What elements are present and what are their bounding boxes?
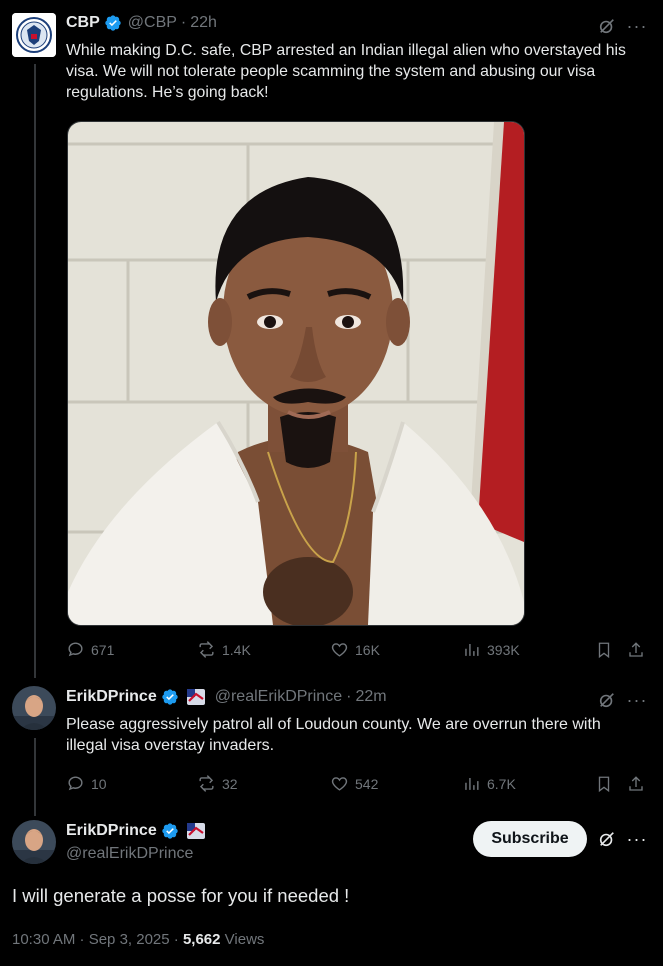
views-icon xyxy=(465,643,479,656)
separator: · xyxy=(346,688,352,705)
reply-count: 671 xyxy=(91,641,115,658)
bookmark-button[interactable] xyxy=(594,774,614,794)
like-count: 16K xyxy=(355,641,380,658)
reply-count: 10 xyxy=(91,775,107,792)
main-tweet-text: I will generate a posse for you if neede… xyxy=(12,885,350,906)
repost-count: 1.4K xyxy=(222,641,251,658)
grok-icon xyxy=(599,19,614,34)
reply-icon xyxy=(68,776,83,791)
avatar-erikdprince[interactable] xyxy=(12,686,56,730)
timestamp[interactable]: 22m xyxy=(355,688,386,706)
subscribe-button[interactable]: Subscribe xyxy=(473,821,587,857)
more-button[interactable]: ··· xyxy=(627,690,647,710)
thread-line-2 xyxy=(34,738,36,816)
grok-button[interactable] xyxy=(597,690,617,710)
share-icon xyxy=(629,642,643,657)
timestamp[interactable]: 22h xyxy=(190,14,217,32)
bookmark-icon xyxy=(598,776,610,793)
share-button[interactable] xyxy=(626,640,646,660)
thread-line-1 xyxy=(34,64,36,678)
grok-button[interactable] xyxy=(597,16,617,36)
bookmark-icon xyxy=(598,642,610,659)
like-button[interactable]: 16K xyxy=(330,640,380,659)
repost-icon xyxy=(199,641,214,658)
share-icon xyxy=(629,776,643,791)
views-count: 5,662 xyxy=(182,931,221,948)
handle[interactable]: @realErikDPrince xyxy=(215,688,342,706)
avatar-erikdprince[interactable] xyxy=(12,820,56,864)
views-count: 6.7K xyxy=(487,775,516,792)
bookmark-button[interactable] xyxy=(594,640,614,660)
avatar-cbp[interactable] xyxy=(12,13,56,57)
more-button[interactable]: ··· xyxy=(627,16,647,36)
handle[interactable]: @CBP xyxy=(128,14,177,32)
views-icon xyxy=(465,777,479,790)
tweet-text: Please aggressively patrol all of Loudou… xyxy=(66,716,601,754)
display-name[interactable]: ErikDPrince xyxy=(66,822,157,840)
like-button[interactable]: 542 xyxy=(330,774,378,793)
photo-of-man-icon xyxy=(68,122,524,625)
verified-badge-icon xyxy=(162,689,178,705)
more-icon: ··· xyxy=(626,829,648,849)
repost-button[interactable]: 1.4K xyxy=(197,640,251,659)
views-count: 393K xyxy=(487,641,520,658)
display-name[interactable]: CBP xyxy=(66,14,100,32)
tweet-text: While making D.C. safe, CBP arrested an … xyxy=(66,42,626,101)
avatar-photo-icon xyxy=(12,820,56,864)
reply-button[interactable]: 10 xyxy=(66,774,107,793)
avatar-photo-icon xyxy=(12,686,56,730)
repost-icon xyxy=(199,775,214,792)
separator: · xyxy=(180,14,187,31)
grok-icon xyxy=(599,832,614,847)
verified-badge-icon xyxy=(105,15,121,31)
like-icon xyxy=(331,643,348,657)
flag-badge-icon xyxy=(186,689,205,705)
repost-count: 32 xyxy=(222,775,238,792)
more-icon: ··· xyxy=(626,16,648,36)
like-icon xyxy=(331,777,348,791)
share-button[interactable] xyxy=(626,774,646,794)
cbp-seal-icon xyxy=(12,13,56,57)
views-label: Views xyxy=(220,931,265,948)
views-button[interactable]: 6.7K xyxy=(462,774,516,793)
reply-button[interactable]: 671 xyxy=(66,640,114,659)
tweet-meta: 10:30 AM · Sep 3, 2025 · 5,662 Views xyxy=(12,931,264,948)
views-button[interactable]: 393K xyxy=(462,640,520,659)
display-name[interactable]: ErikDPrince xyxy=(66,688,157,706)
more-icon: ··· xyxy=(626,690,648,710)
flag-badge-icon xyxy=(186,823,205,839)
grok-button[interactable] xyxy=(597,829,617,849)
like-count: 542 xyxy=(355,775,379,792)
more-button[interactable]: ··· xyxy=(627,829,647,849)
repost-button[interactable]: 32 xyxy=(197,774,238,793)
verified-badge-icon xyxy=(162,823,178,839)
tweet-timestamp[interactable]: 10:30 AM · Sep 3, 2025 · xyxy=(12,931,183,948)
handle[interactable]: @realErikDPrince xyxy=(66,845,193,863)
reply-icon xyxy=(68,642,83,657)
grok-icon xyxy=(599,693,614,708)
tweet-media[interactable] xyxy=(67,121,525,626)
